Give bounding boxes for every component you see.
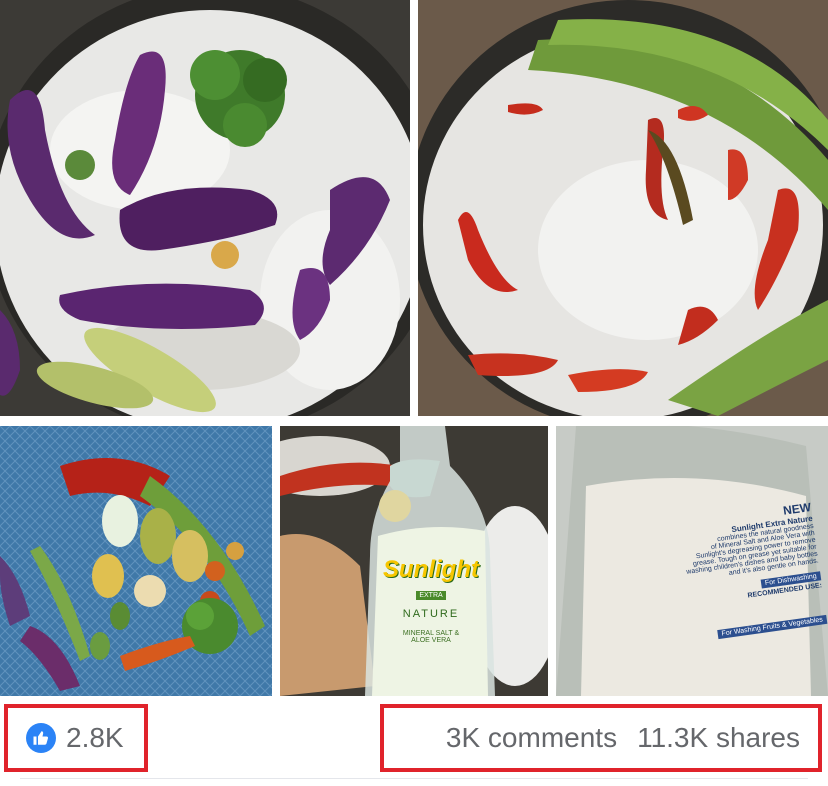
post-media-page: Sunlight EXTRA NATURE MINERAL SALT & ALO… (0, 0, 828, 786)
photo-produce-image (0, 426, 272, 696)
like-count: 2.8K (66, 722, 124, 753)
bottle-variant-2: ALOE VERA (411, 637, 451, 644)
thumbs-up-icon (26, 723, 56, 753)
stats-divider (20, 778, 808, 779)
reactions-summary[interactable]: 2.8K (4, 704, 148, 772)
photo-eggplants-image (0, 0, 410, 416)
engagement-summary: 3K comments 11.3K shares (380, 704, 822, 772)
comments-count-link[interactable]: 3K comments (446, 722, 617, 754)
photo-chillies-image (418, 0, 828, 416)
photo-chillies-basin[interactable] (418, 0, 828, 416)
shares-count-link[interactable]: 11.3K shares (637, 722, 800, 754)
photo-eggplants-basin[interactable] (0, 0, 410, 416)
photo-produce-basket[interactable] (0, 426, 272, 696)
photo-sunlight-bottle-front[interactable]: Sunlight EXTRA NATURE MINERAL SALT & ALO… (280, 426, 548, 696)
photo-sunlight-bottle-back[interactable]: NEW Sunlight Extra Nature combines the n… (556, 426, 828, 696)
bottle-variant-1: MINERAL SALT & (402, 630, 460, 637)
bottle-brand-text: Sunlight (383, 556, 479, 583)
post-stats-bar: 2.8K 3K comments 11.3K shares (0, 696, 828, 786)
bottle-line-text: NATURE (402, 608, 460, 620)
bottle-extra-text: EXTRA (416, 591, 446, 600)
bottle-front-label: Sunlight EXTRA NATURE MINERAL SALT & ALO… (376, 556, 486, 644)
